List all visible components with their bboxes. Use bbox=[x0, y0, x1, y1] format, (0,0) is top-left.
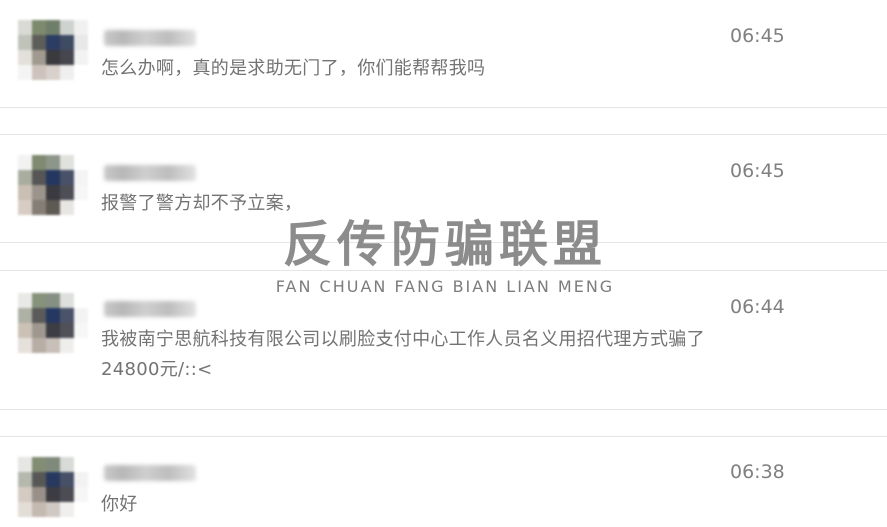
message-item[interactable]: 06:44 我被南宁思航科技有限公司以刷脸支付中心工作人员名义用招代理方式骗了2… bbox=[0, 270, 887, 410]
message-time: 06:38 bbox=[730, 461, 785, 483]
avatar[interactable] bbox=[18, 155, 88, 215]
avatar[interactable] bbox=[18, 20, 88, 80]
message-item[interactable]: 06:45 怎么办啊，真的是求助无门了，你们能帮帮我吗 bbox=[0, 0, 887, 108]
message-time: 06:45 bbox=[730, 25, 785, 47]
sender-name bbox=[104, 165, 196, 181]
sender-name bbox=[104, 30, 196, 46]
sender-name bbox=[104, 465, 196, 481]
message-text: 报警了警方却不予立案， bbox=[101, 193, 303, 214]
message-text: 怎么办啊，真的是求助无门了，你们能帮帮我吗 bbox=[101, 58, 486, 79]
avatar[interactable] bbox=[18, 457, 88, 517]
message-time: 06:45 bbox=[730, 160, 785, 182]
message-time: 06:44 bbox=[730, 296, 785, 318]
message-text: 我被南宁思航科技有限公司以刷脸支付中心工作人员名义用招代理方式骗了24800元/… bbox=[101, 329, 705, 380]
message-item[interactable]: 06:38 你好 bbox=[0, 436, 887, 527]
avatar[interactable] bbox=[18, 293, 88, 353]
sender-name bbox=[104, 301, 196, 317]
message-item[interactable]: 06:45 报警了警方却不予立案， bbox=[0, 134, 887, 243]
